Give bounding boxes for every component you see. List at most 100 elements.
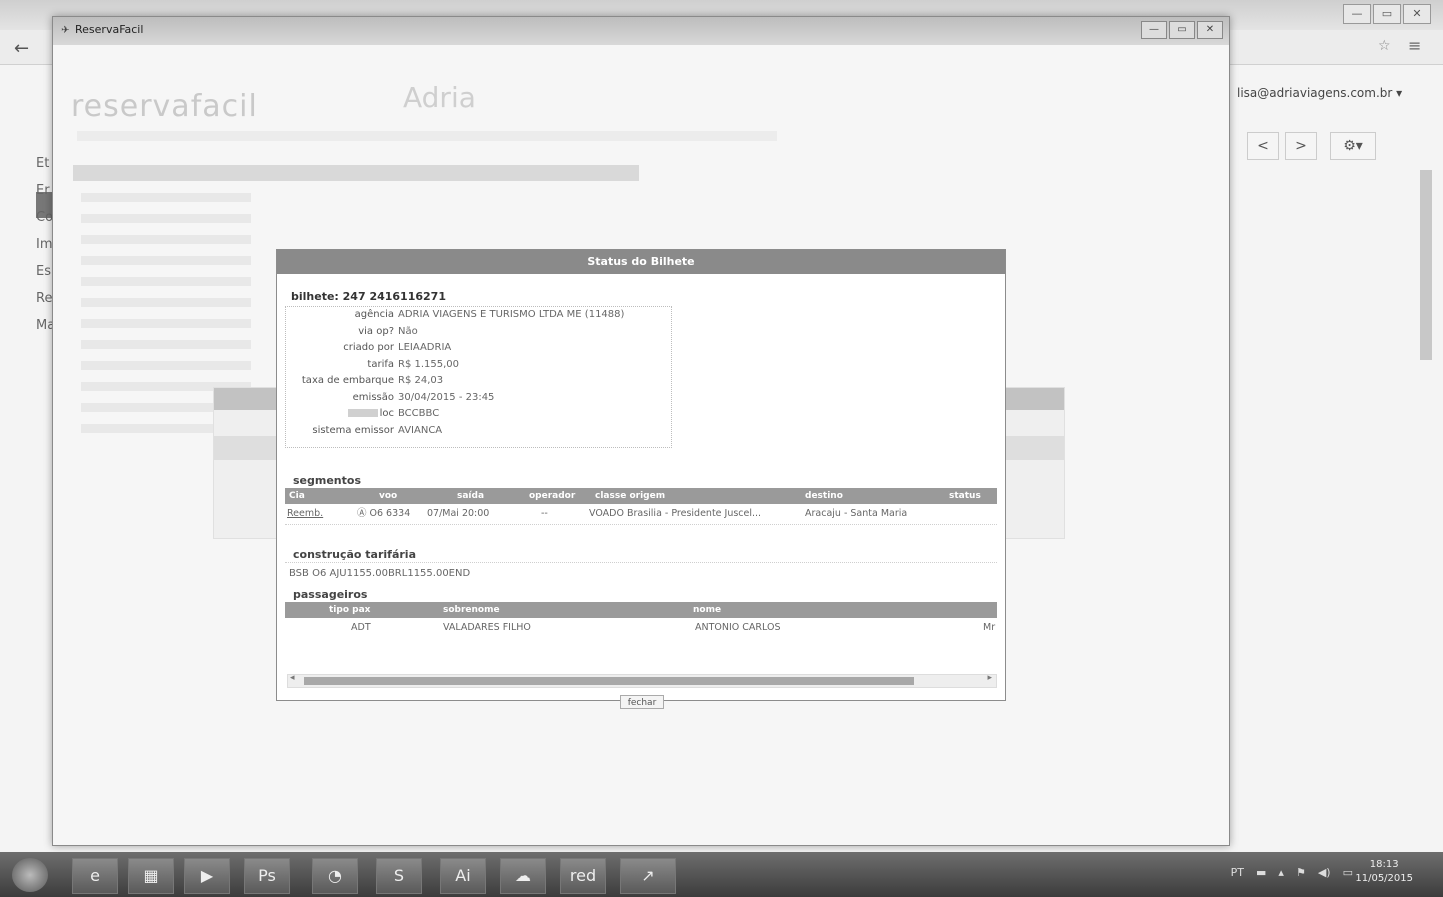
minimize-button[interactable]: — (1343, 4, 1371, 24)
dialog-header: Status do Bilhete (277, 250, 1005, 274)
info-row: tarifa R$ 1.155,00 (286, 357, 671, 374)
redaction-mark (347, 409, 378, 417)
star-icon[interactable]: ☆ (1378, 38, 1391, 54)
col-header: sobrenome (443, 605, 500, 615)
system-tray: PT ▬ ▴ ⚑ ◀) ▭ (1231, 866, 1353, 879)
taskbar: e ▦ ▶ Ps ◔ S Ai ☁ red ↗ PT ▬ ▴ ⚑ ◀) ▭ 18… (0, 852, 1443, 897)
taskbar-media-icon[interactable]: ▶ (184, 858, 230, 894)
favicon-icon: ✈ (61, 25, 70, 36)
passenger-surname: VALADARES FILHO (443, 622, 531, 633)
passenger-name: ANTONIO CARLOS (695, 622, 781, 633)
clock-date: 11/05/2015 (1355, 873, 1413, 884)
info-row: via op? Não (286, 324, 671, 341)
flight-number: Ⓐ O6 6334 (357, 508, 411, 519)
next-button[interactable]: > (1285, 132, 1317, 160)
info-row: emissão 30/04/2015 - 23:45 (286, 390, 671, 407)
col-header: Cia (289, 491, 305, 501)
popup-minimize-button[interactable]: — (1141, 21, 1167, 39)
col-header: voo (379, 491, 398, 501)
info-value: R$ 1.155,00 (398, 358, 460, 370)
menu-icon[interactable]: ≡ (1408, 36, 1421, 55)
col-header: classe origem (595, 491, 666, 501)
taskbar-ie-icon[interactable]: e (72, 858, 118, 894)
horizontal-scrollbar[interactable]: ◂ ▸ (287, 673, 997, 688)
popup-maximize-button[interactable]: ▭ (1169, 21, 1195, 39)
back-arrow-icon[interactable]: ← (14, 38, 29, 59)
tray-expand-icon[interactable]: ▴ (1278, 866, 1284, 879)
operator: -- (541, 508, 548, 519)
passenger-title: Mr (983, 622, 996, 633)
divider (285, 562, 997, 563)
taskbar-chrome-icon[interactable]: ◔ (312, 858, 358, 894)
loc-label: loc (379, 408, 394, 419)
prev-button[interactable]: < (1247, 132, 1279, 160)
info-value: ADRIA VIAGENS E TURISMO LTDA ME (11488) (398, 309, 625, 320)
origin: VOADO Brasilia - Presidente Juscel... (589, 508, 762, 519)
account-email[interactable]: lisa@adriaviagens.com.br ▾ (1237, 86, 1402, 100)
ticket-status-dialog: Status do Bilhete bilhete: 247 241611627… (276, 249, 1006, 709)
refund-link[interactable]: Reemb. (287, 506, 323, 522)
info-value: LEIAADRIA (398, 342, 452, 353)
taskbar-skype-icon[interactable]: S (376, 858, 422, 894)
taskbar-cloud-icon[interactable]: ☁ (500, 858, 546, 894)
info-row: agência ADRIA VIAGENS E TURISMO LTDA ME … (286, 307, 671, 324)
info-label: sistema emissor (312, 424, 394, 436)
ticket-info-box: agência ADRIA VIAGENS E TURISMO LTDA ME … (285, 306, 672, 448)
passenger-row: ADT VALADARES FILHO ANTONIO CARLOS Mr (285, 620, 997, 636)
taskbar-illustrator-icon[interactable]: Ai (440, 858, 486, 894)
segments-table-header: Cia voo saída operador classe origem des… (285, 488, 997, 504)
start-button[interactable] (12, 858, 48, 892)
passenger-type: ADT (351, 622, 371, 633)
page-scrollbar[interactable] (1420, 170, 1432, 360)
popup-body: reservafacil Adria Status do Bilhete bil… (53, 45, 1229, 845)
fare-construction-title: construção tarifária (293, 548, 417, 561)
close-dialog-button[interactable]: fechar (620, 695, 664, 709)
info-value: BCCBBC (398, 408, 440, 419)
popup-title: ReservaFacil (75, 23, 144, 36)
popup-close-button[interactable]: ✕ (1197, 21, 1223, 39)
maximize-button[interactable]: ▭ (1373, 4, 1401, 24)
taskbar-red-icon[interactable]: red (560, 858, 606, 894)
info-row: loc BCCBBC (286, 406, 671, 423)
segments-title: segmentos (293, 474, 361, 487)
pagination-nav: < > (1247, 132, 1317, 160)
flag-icon[interactable]: ⚑ (1296, 866, 1306, 879)
scroll-left-icon[interactable]: ◂ (290, 673, 295, 683)
scrollbar-thumb[interactable] (304, 677, 914, 685)
faded-nav-bar (77, 131, 777, 141)
info-label: tarifa (367, 358, 394, 370)
col-header: nome (693, 605, 722, 615)
volume-icon[interactable]: ◀) (1318, 866, 1331, 879)
col-header: status (949, 491, 981, 501)
browser-window-controls: — ▭ ✕ (1343, 4, 1431, 24)
language-indicator[interactable]: PT (1231, 866, 1244, 879)
passengers-title: passageiros (293, 588, 368, 601)
col-header: operador (529, 491, 576, 501)
departure-time: 07/Mai 20:00 (427, 508, 490, 519)
settings-button[interactable]: ⚙▾ (1330, 132, 1376, 160)
passengers-table-header: tipo pax sobrenome nome (285, 602, 997, 618)
info-label: criado por (343, 342, 394, 353)
taskbar-reservafacil-icon[interactable]: ↗ (620, 858, 676, 894)
col-header: destino (805, 491, 843, 501)
info-label: taxa de embarque (301, 375, 394, 386)
scroll-right-icon[interactable]: ▸ (987, 673, 992, 683)
info-value: AVIANCA (398, 424, 443, 436)
taskbar-explorer-icon[interactable]: ▦ (128, 858, 174, 894)
fare-construction-text: BSB O6 AJU1155.00BRL1155.00END (289, 568, 471, 579)
info-row: criado por LEIAADRIA (286, 340, 671, 357)
info-value: R$ 24,03 (398, 375, 444, 386)
tray-app-icon[interactable]: ▬ (1256, 866, 1266, 879)
col-header: saída (457, 491, 485, 501)
network-icon[interactable]: ▭ (1343, 866, 1353, 879)
popup-titlebar[interactable]: ✈ ReservaFacil — ▭ ✕ (53, 17, 1229, 45)
taskbar-photoshop-icon[interactable]: Ps (244, 858, 290, 894)
info-label: loc (286, 406, 398, 423)
faded-header-bar (73, 165, 639, 181)
adria-logo: Adria (403, 81, 476, 114)
clock[interactable]: 18:13 11/05/2015 (1355, 858, 1413, 886)
clock-time: 18:13 (1369, 859, 1399, 870)
divider (285, 524, 997, 525)
info-value: 30/04/2015 - 23:45 (398, 391, 495, 403)
close-window-button[interactable]: ✕ (1403, 4, 1431, 24)
